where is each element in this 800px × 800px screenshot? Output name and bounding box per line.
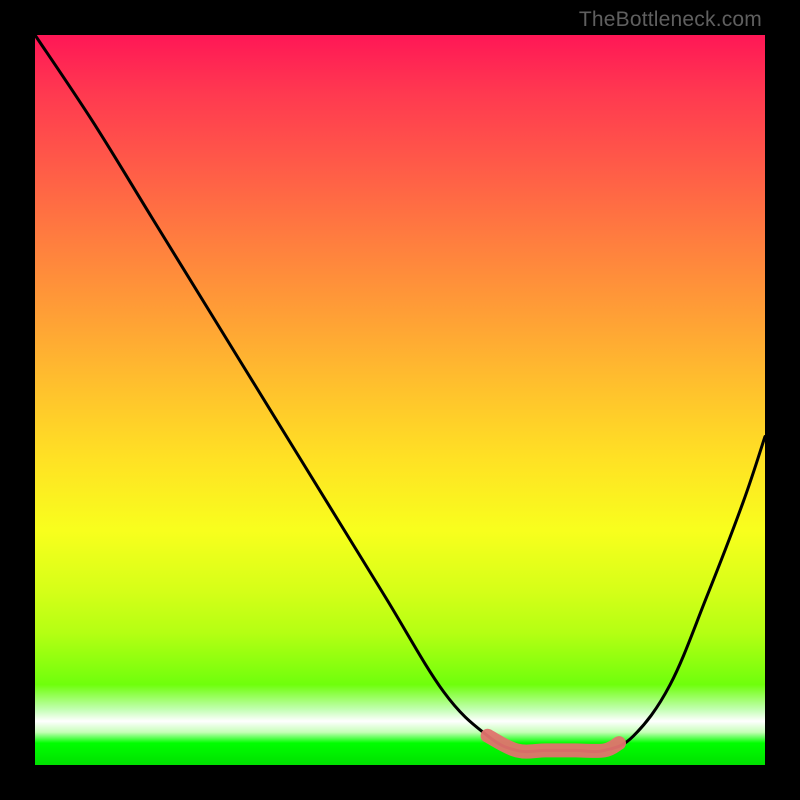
bottleneck-curve (35, 35, 765, 752)
valley-highlight (488, 736, 619, 752)
curve-layer (35, 35, 765, 765)
chart-stage: TheBottleneck.com (0, 0, 800, 800)
watermark-text: TheBottleneck.com (579, 8, 762, 32)
plot-area (35, 35, 765, 765)
